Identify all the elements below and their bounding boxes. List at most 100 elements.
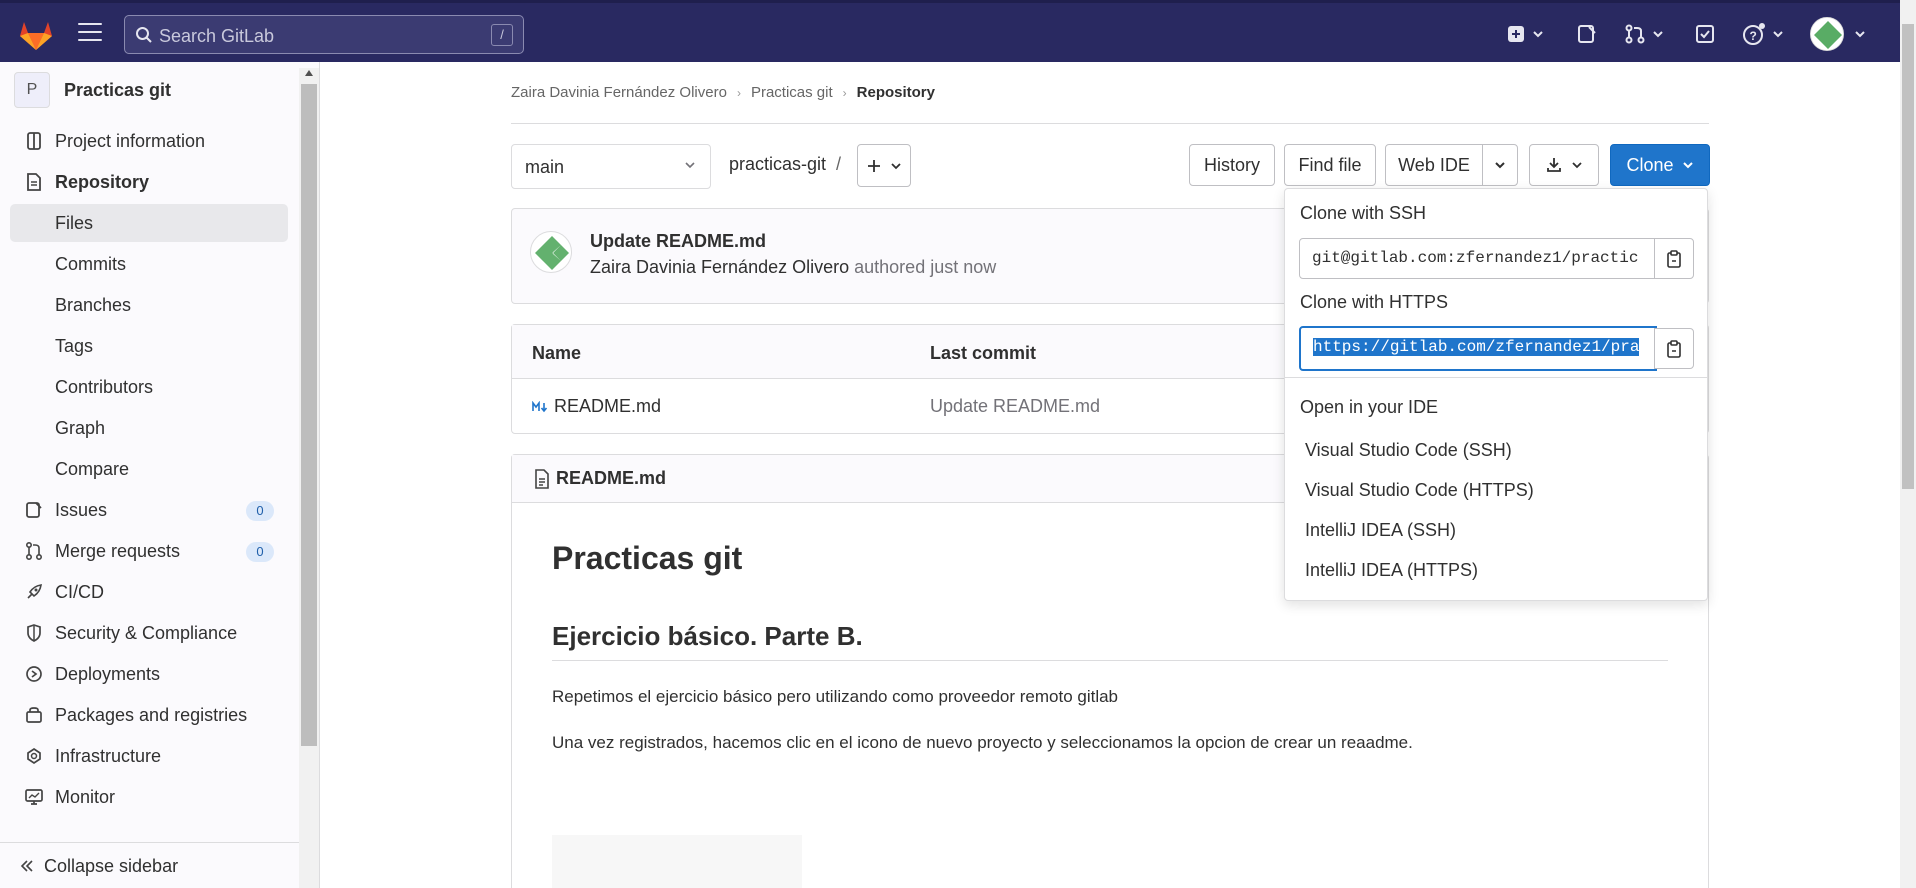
sidebar-item-compare[interactable]: Compare (10, 450, 288, 488)
web-ide-button[interactable]: Web IDE (1385, 144, 1483, 186)
sidebar-item-monitor[interactable]: Monitor (10, 778, 288, 816)
breadcrumb-current[interactable]: Repository (857, 84, 935, 101)
open-intellij-ssh[interactable]: IntelliJ IDEA (SSH) (1305, 520, 1456, 541)
sidebar-item-label: Compare (55, 459, 130, 479)
open-vscode-ssh[interactable]: Visual Studio Code (SSH) (1305, 440, 1512, 461)
breadcrumb-project[interactable]: Practicas git (751, 84, 833, 101)
clone-dropdown-button[interactable]: Clone (1610, 144, 1710, 186)
page-scrollbar-thumb[interactable] (1902, 24, 1914, 489)
web-ide-dropdown-toggle[interactable] (1482, 144, 1518, 186)
branch-selector[interactable]: main (511, 144, 711, 189)
collapse-sidebar-button[interactable]: Collapse sidebar (0, 842, 299, 888)
sidebar-item-label: Project information (55, 131, 206, 151)
add-to-tree-dropdown[interactable] (857, 144, 911, 187)
readme-filename[interactable]: README.md (556, 468, 666, 489)
sidebar-item-label: Tags (55, 336, 94, 356)
clipboard-icon (1667, 339, 1681, 358)
collapse-sidebar-label: Collapse sidebar (44, 856, 179, 876)
todo-nav-button[interactable] (1694, 21, 1716, 47)
copy-https-url-button[interactable] (1654, 328, 1694, 369)
divider (511, 123, 1709, 124)
column-header-last-commit: Last commit (930, 343, 1037, 363)
open-in-ide-label: Open in your IDE (1300, 397, 1439, 417)
commit-title[interactable]: Update README.md (590, 231, 766, 252)
todo-icon (1696, 25, 1714, 43)
new-item-dropdown[interactable] (1506, 21, 1544, 47)
chevron-right-icon: › (842, 85, 847, 100)
sidebar-item-files[interactable]: Files (10, 204, 288, 242)
sidebar-item-repository[interactable]: Repository (10, 163, 288, 201)
sidebar-item-label: Branches (55, 295, 132, 315)
issues-nav-button[interactable] (1576, 21, 1598, 47)
svg-text:?: ? (1750, 29, 1757, 43)
identicon-icon (1811, 18, 1843, 50)
sidebar-scrollbar-thumb[interactable] (301, 84, 317, 746)
selected-https-url: https://gitlab.com/zfernandez1/pra (1313, 338, 1640, 356)
sidebar-item-graph[interactable]: Graph (10, 409, 288, 447)
commit-author[interactable]: Zaira Davinia Fernández Olivero (590, 257, 849, 277)
issues-icon (1578, 25, 1596, 43)
sidebar-item-security-compliance[interactable]: Security & Compliance (10, 614, 288, 652)
sidebar-item-label: Graph (55, 418, 106, 438)
sidebar-item-issues[interactable]: Issues 0 (10, 491, 288, 529)
file-last-commit[interactable]: Update README.md (930, 396, 1100, 417)
file-link[interactable]: README.md (532, 396, 661, 417)
sidebar-item-tags[interactable]: Tags (10, 327, 288, 365)
sidebar-item-packages-registries[interactable]: Packages and registries (10, 696, 288, 734)
readme-image (552, 835, 802, 888)
breadcrumb-owner[interactable]: Zaira Davinia Fernández Olivero (511, 84, 727, 101)
sidebar-item-commits[interactable]: Commits (10, 245, 288, 283)
path-separator: / (836, 154, 842, 174)
menu-icon[interactable] (78, 23, 102, 43)
clone-dropdown-menu: Clone with SSH git@gitlab.com:zfernandez… (1284, 188, 1708, 601)
breadcrumb: Zaira Davinia Fernández Olivero › Practi… (511, 84, 935, 101)
sidebar-item-label: Merge requests (55, 541, 181, 561)
sidebar-item-label: Contributors (55, 377, 154, 397)
repo-path-root[interactable]: practicas-git (729, 154, 826, 174)
open-vscode-https[interactable]: Visual Studio Code (HTTPS) (1305, 480, 1534, 501)
open-intellij-https[interactable]: IntelliJ IDEA (HTTPS) (1305, 560, 1478, 581)
merge-requests-count-badge: 0 (246, 542, 274, 562)
user-avatar[interactable] (1810, 17, 1844, 51)
clone-ssh-url-field[interactable]: git@gitlab.com:zfernandez1/practic (1299, 238, 1655, 279)
chevron-down-icon (1653, 31, 1663, 38)
repo-path: practicas-git / (729, 154, 841, 175)
sidebar-item-infrastructure[interactable]: Infrastructure (10, 737, 288, 775)
file-icon (535, 469, 549, 489)
chevron-down-icon[interactable] (1854, 28, 1866, 40)
commit-author-avatar[interactable] (530, 231, 572, 273)
gitlab-logo-icon[interactable] (18, 17, 54, 51)
sidebar-item-merge-requests[interactable]: Merge requests 0 (10, 532, 288, 570)
download-dropdown[interactable] (1529, 144, 1599, 186)
sidebar-item-label: Packages and registries (55, 705, 248, 725)
chevron-down-icon (1682, 162, 1693, 169)
page-scrollbar[interactable] (1900, 0, 1916, 888)
scroll-up-arrow-icon[interactable] (305, 70, 313, 76)
sidebar-item-deployments[interactable]: Deployments (10, 655, 288, 693)
help-nav-button[interactable]: ? (1742, 21, 1784, 47)
info-icon (27, 132, 41, 150)
copy-ssh-url-button[interactable] (1654, 238, 1694, 279)
search-shortcut-key: / (491, 24, 513, 46)
plus-icon (868, 159, 880, 172)
sidebar-item-ci-cd[interactable]: CI/CD (10, 573, 288, 611)
document-icon (27, 173, 41, 191)
clone-ssh-label: Clone with SSH (1300, 203, 1427, 223)
file-name: README.md (554, 396, 662, 416)
chevron-right-icon: › (736, 85, 741, 100)
find-file-button[interactable]: Find file (1284, 144, 1376, 186)
chevron-down-icon (685, 162, 695, 169)
help-icon: ? (1743, 23, 1765, 45)
sidebar-item-branches[interactable]: Branches (10, 286, 288, 324)
sidebar-item-contributors[interactable]: Contributors (10, 368, 288, 406)
sidebar-item-label: Infrastructure (55, 746, 162, 766)
clone-https-url-field[interactable]: https://gitlab.com/zfernandez1/pra (1299, 326, 1657, 371)
clone-button-label: Clone (1626, 154, 1674, 175)
readme-heading-1: Practicas git (552, 540, 743, 576)
sidebar-item-project-information[interactable]: Project information (10, 122, 288, 160)
monitor-icon (25, 789, 43, 805)
project-header[interactable]: P Practicas git (14, 72, 171, 108)
search-input[interactable]: Search GitLab / (124, 15, 524, 54)
merge-requests-nav-button[interactable] (1624, 21, 1664, 47)
history-button[interactable]: History (1189, 144, 1275, 186)
